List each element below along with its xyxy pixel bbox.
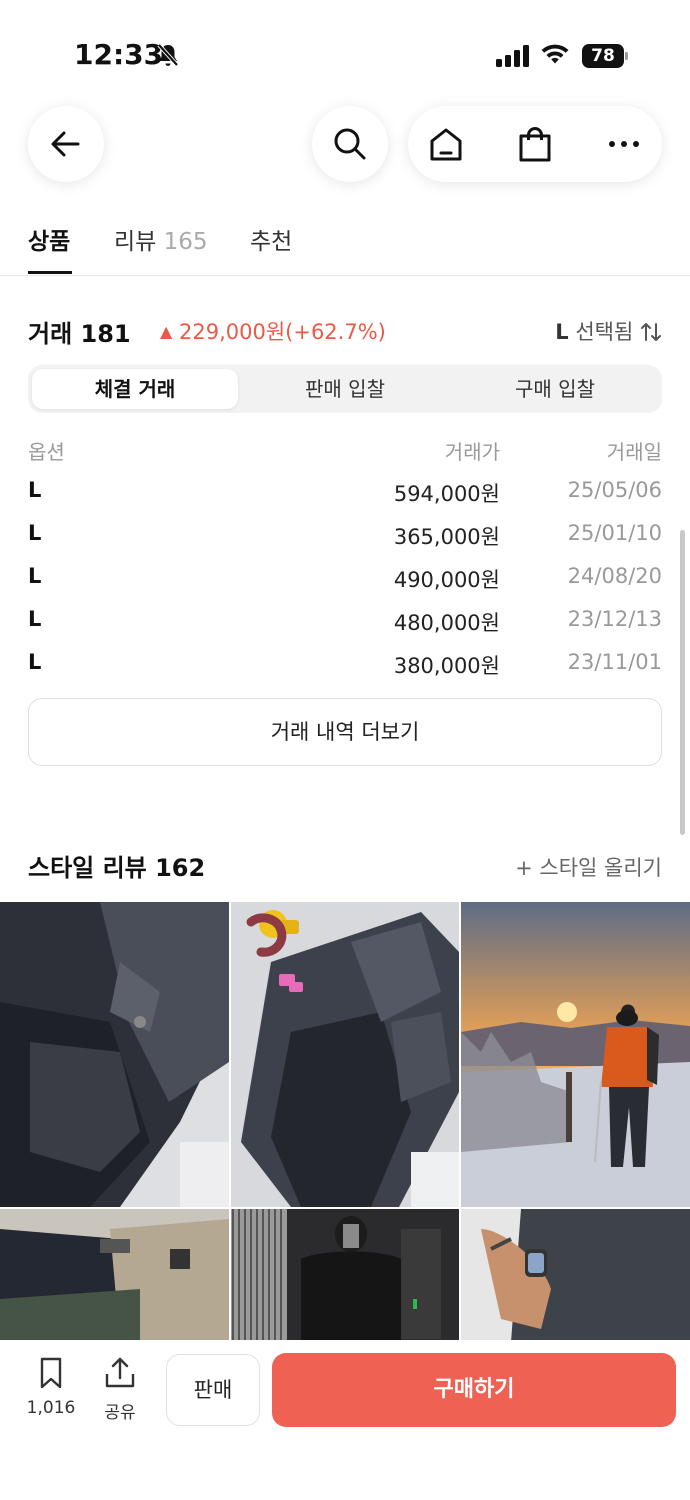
row-price: 365,000원 bbox=[393, 525, 500, 549]
status-time: 12:33 bbox=[74, 38, 164, 71]
shopping-bag-icon bbox=[519, 127, 551, 162]
row-option: L bbox=[28, 650, 42, 674]
style-photo[interactable] bbox=[231, 1209, 459, 1342]
row-price: 490,000원 bbox=[393, 568, 500, 592]
column-date: 거래일 bbox=[606, 440, 662, 464]
trade-type-segment: 체결 거래 판매 입찰 구매 입찰 bbox=[28, 365, 662, 413]
product-tabs: 상품 리뷰 165 추천 bbox=[0, 214, 690, 276]
row-date: 25/01/10 bbox=[567, 521, 662, 545]
active-tab-indicator bbox=[28, 271, 72, 274]
table-row: L 490,000원 24/08/20 bbox=[28, 564, 662, 598]
segment-buy-bid[interactable]: 구매 입찰 bbox=[452, 369, 658, 409]
share-icon bbox=[105, 1357, 135, 1388]
tab-review[interactable]: 리뷰 165 bbox=[114, 222, 208, 256]
row-date: 25/05/06 bbox=[567, 478, 662, 502]
row-date: 24/08/20 bbox=[567, 564, 662, 588]
nav-action-group bbox=[408, 106, 662, 182]
row-option: L bbox=[28, 607, 42, 631]
row-option: L bbox=[28, 478, 42, 502]
bookmark-icon bbox=[40, 1357, 62, 1389]
style-photo[interactable] bbox=[461, 902, 690, 1207]
row-option: L bbox=[28, 564, 42, 588]
search-button[interactable] bbox=[312, 106, 388, 182]
triangle-up-icon: ▲ bbox=[160, 322, 173, 341]
sort-icon bbox=[641, 323, 661, 341]
bookmark-count: 1,016 bbox=[26, 1398, 76, 1418]
cellular-signal-icon bbox=[496, 45, 529, 67]
table-row: L 480,000원 23/12/13 bbox=[28, 607, 662, 641]
share-label: 공유 bbox=[104, 1403, 136, 1423]
column-price: 거래가 bbox=[444, 440, 500, 464]
back-arrow-icon bbox=[51, 131, 80, 157]
wifi-icon bbox=[541, 44, 569, 64]
status-bar: 12:33 78 bbox=[0, 0, 690, 100]
bookmark-button[interactable]: 1,016 bbox=[20, 1356, 82, 1418]
scrollbar[interactable] bbox=[680, 530, 685, 835]
style-photo[interactable] bbox=[0, 902, 229, 1207]
back-button[interactable] bbox=[28, 106, 104, 182]
sell-button[interactable]: 판매 bbox=[166, 1354, 260, 1426]
style-photo[interactable] bbox=[0, 1209, 229, 1342]
segment-concluded[interactable]: 체결 거래 bbox=[32, 369, 238, 409]
home-button[interactable] bbox=[408, 106, 484, 182]
table-row: L 365,000원 25/01/10 bbox=[28, 521, 662, 555]
style-photo-grid bbox=[0, 902, 690, 1342]
trade-count-title: 거래 181 bbox=[28, 320, 131, 348]
battery-level: 78 bbox=[582, 44, 624, 68]
bell-muted-icon bbox=[157, 43, 179, 67]
cart-button[interactable] bbox=[497, 106, 573, 182]
view-more-trades-button[interactable]: 거래 내역 더보기 bbox=[28, 698, 662, 766]
style-review-title: 스타일 리뷰 162 bbox=[28, 854, 206, 882]
column-option: 옵션 bbox=[28, 440, 65, 464]
share-button[interactable]: 공유 bbox=[96, 1356, 144, 1423]
row-price: 380,000원 bbox=[393, 654, 500, 678]
table-row: L 594,000원 25/05/06 bbox=[28, 478, 662, 512]
trade-header: 거래 181 ▲ 229,000원(+62.7%) L 선택됨 bbox=[28, 314, 662, 348]
upload-style-link[interactable]: + 스타일 올리기 bbox=[515, 852, 662, 882]
table-row: L 380,000원 23/11/01 bbox=[28, 650, 662, 684]
size-selector[interactable]: L 선택됨 bbox=[555, 316, 662, 346]
row-option: L bbox=[28, 521, 42, 545]
tab-recommend[interactable]: 추천 bbox=[250, 222, 292, 256]
home-icon bbox=[430, 128, 462, 161]
search-icon bbox=[334, 128, 366, 160]
row-price: 594,000원 bbox=[393, 482, 500, 506]
more-icon bbox=[609, 141, 639, 147]
price-change: ▲ 229,000원(+62.7%) bbox=[160, 320, 386, 344]
buy-button[interactable]: 구매하기 bbox=[272, 1353, 676, 1427]
trade-table-header: 옵션 거래가 거래일 bbox=[28, 436, 662, 464]
review-count: 165 bbox=[163, 229, 208, 255]
battery-indicator: 78 bbox=[582, 44, 628, 68]
tab-product[interactable]: 상품 bbox=[28, 222, 70, 256]
style-photo[interactable] bbox=[231, 902, 459, 1207]
segment-sell-bid[interactable]: 판매 입찰 bbox=[242, 369, 448, 409]
row-date: 23/12/13 bbox=[567, 607, 662, 631]
bottom-action-bar: 1,016 공유 판매 구매하기 bbox=[0, 1340, 690, 1500]
style-photo[interactable] bbox=[461, 1209, 690, 1342]
more-button[interactable] bbox=[586, 106, 662, 182]
row-price: 480,000원 bbox=[393, 611, 500, 635]
row-date: 23/11/01 bbox=[567, 650, 662, 674]
